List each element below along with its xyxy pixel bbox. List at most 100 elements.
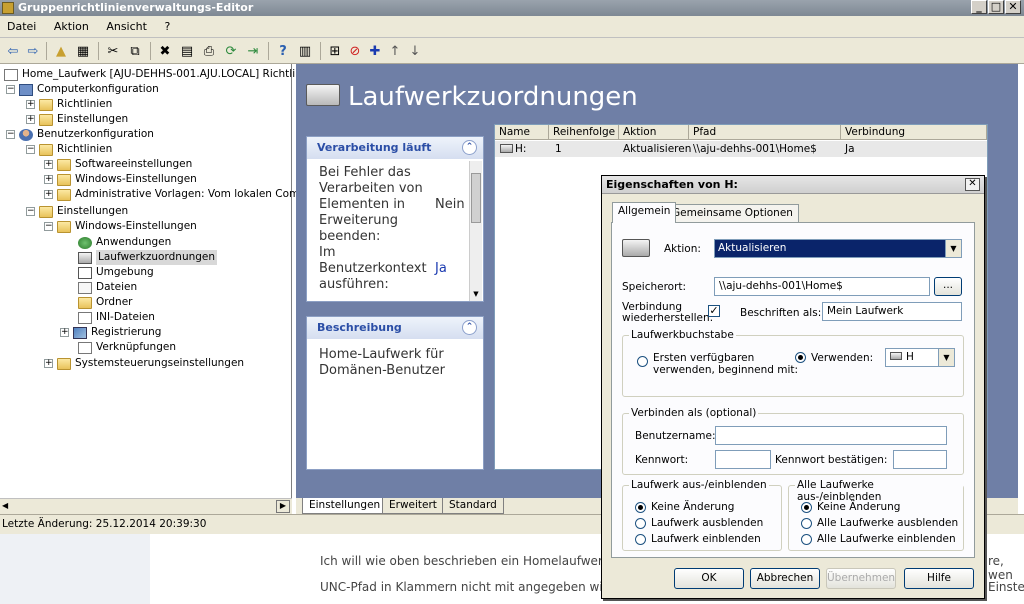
maximize-button[interactable]: □ — [988, 0, 1004, 14]
collapse-chevron-icon[interactable]: ⌃ — [462, 320, 477, 335]
add-icon[interactable]: ✚ — [366, 42, 384, 60]
tree-computer[interactable]: − Computerkonfiguration — [6, 82, 159, 97]
move-up-icon[interactable]: ↑ — [386, 42, 404, 60]
password-input[interactable] — [715, 450, 771, 469]
close-button[interactable]: ✕ — [1005, 0, 1021, 14]
tree-user[interactable]: − Benutzerkonfiguration — [6, 127, 154, 142]
expand-icon[interactable]: + — [44, 175, 53, 184]
tree-applications[interactable]: Anwendungen — [78, 235, 171, 250]
show-tree-icon[interactable]: ▦ — [74, 42, 92, 60]
tab-standard[interactable]: Standard — [442, 498, 504, 514]
tree-ini-files[interactable]: INI-Dateien — [78, 310, 155, 325]
print-icon[interactable]: ⎙ — [200, 42, 218, 60]
first-available-radio[interactable] — [637, 356, 648, 367]
tree-windows-settings[interactable]: + Windows-Einstellungen — [44, 172, 197, 187]
scroll-right-icon[interactable]: ▶ — [276, 500, 290, 513]
properties-icon[interactable]: ▤ — [178, 42, 196, 60]
tree-registry[interactable]: + Registrierung — [60, 325, 161, 340]
tab-erweitert[interactable]: Erweitert — [382, 498, 444, 514]
tree-prefs-windows[interactable]: − Windows-Einstellungen — [44, 219, 197, 234]
tree-folders[interactable]: Ordner — [78, 295, 133, 310]
drive-letter-select[interactable]: H ▼ — [885, 348, 955, 367]
scroll-down-icon[interactable]: ▼ — [471, 290, 481, 300]
column-order[interactable]: Reihenfolge — [549, 125, 619, 140]
collapse-icon[interactable]: − — [26, 207, 35, 216]
expand-icon[interactable]: + — [26, 115, 35, 124]
collapse-icon[interactable]: − — [6, 130, 15, 139]
scroll-left-icon[interactable]: ◀ — [2, 501, 14, 513]
tree-drive-maps[interactable]: Laufwerkzuordnungen — [78, 250, 218, 265]
menu-help[interactable]: ? — [157, 16, 177, 37]
confirm-password-input[interactable] — [893, 450, 947, 469]
column-reconnect[interactable]: Verbindung wiederherstellen — [841, 125, 987, 153]
no-change-radio[interactable] — [635, 502, 646, 513]
processing-scrollbar[interactable]: ▼ — [469, 161, 482, 301]
column-action[interactable]: Aktion — [619, 125, 689, 140]
new-item-icon[interactable]: ⊞ — [326, 42, 344, 60]
column-name[interactable]: Name — [495, 125, 549, 140]
tab-einstellungen[interactable]: Einstellungen — [302, 498, 388, 514]
tab-gemeinsame-optionen[interactable]: Gemeinsame Optionen — [666, 204, 799, 222]
tree-horizontal-scrollbar[interactable]: ◀ ▶ — [0, 498, 292, 514]
menu-aktion[interactable]: Aktion — [47, 16, 96, 37]
block-icon[interactable]: ⊘ — [346, 42, 364, 60]
expand-icon[interactable]: + — [44, 190, 53, 199]
cut-icon[interactable]: ✂ — [104, 42, 122, 60]
dialog-close-icon[interactable]: ✕ — [965, 178, 980, 191]
copy-icon[interactable]: ⧉ — [126, 42, 144, 60]
chevron-down-icon[interactable]: ▼ — [938, 349, 954, 366]
tree-software[interactable]: + Softwareeinstellungen — [44, 157, 192, 172]
collapse-icon[interactable]: − — [26, 145, 35, 154]
collapse-chevron-icon[interactable]: ⌃ — [462, 140, 477, 155]
expand-icon[interactable]: + — [44, 160, 53, 169]
tree-computer-prefs[interactable]: + Einstellungen — [26, 112, 128, 127]
tree-control-panel[interactable]: + Systemsteuerungseinstellungen — [44, 356, 244, 371]
forward-icon[interactable]: ⇨ — [24, 42, 42, 60]
help-icon[interactable]: ? — [274, 42, 292, 60]
delete-icon[interactable]: ✖ — [156, 42, 174, 60]
move-down-icon[interactable]: ↓ — [406, 42, 424, 60]
expand-icon[interactable]: + — [44, 359, 53, 368]
tree-files[interactable]: Dateien — [78, 280, 137, 295]
hide-drive-radio[interactable] — [635, 518, 646, 529]
refresh-icon[interactable]: ⟳ — [222, 42, 240, 60]
username-input[interactable] — [715, 426, 947, 445]
tree-user-policies[interactable]: − Richtlinien — [26, 142, 112, 157]
ok-button[interactable]: OK — [674, 568, 744, 589]
expand-icon[interactable]: + — [26, 100, 35, 109]
apply-button[interactable]: Übernehmen — [826, 568, 896, 589]
action-pane-icon[interactable]: ▥ — [296, 42, 314, 60]
show-drive-radio[interactable] — [635, 534, 646, 545]
expand-icon[interactable]: + — [60, 328, 69, 337]
menu-datei[interactable]: Datei — [0, 16, 43, 37]
tab-allgemein[interactable]: Allgemein — [612, 202, 677, 223]
tree-user-prefs[interactable]: − Einstellungen — [26, 204, 128, 219]
reconnect-checkbox[interactable]: ✓ — [708, 305, 720, 317]
table-row[interactable]: H: 1 Aktualisieren \\aju-dehhs-001\Home$… — [495, 141, 987, 157]
hide-all-radio[interactable] — [801, 518, 812, 529]
show-all-radio[interactable] — [801, 534, 812, 545]
use-letter-radio[interactable] — [795, 352, 806, 363]
label-as-input[interactable]: Mein Laufwerk — [822, 302, 962, 321]
tree-shortcuts[interactable]: Verknüpfungen — [78, 340, 176, 355]
minimize-button[interactable]: _ — [971, 0, 987, 14]
location-input[interactable]: \\aju-dehhs-001\Home$ — [714, 277, 930, 296]
chevron-down-icon[interactable]: ▼ — [945, 240, 961, 257]
column-path[interactable]: Pfad — [689, 125, 841, 140]
tree-computer-policies[interactable]: + Richtlinien — [26, 97, 112, 112]
menu-ansicht[interactable]: Ansicht — [99, 16, 154, 37]
cancel-button[interactable]: Abbrechen — [750, 568, 820, 589]
action-select[interactable]: Aktualisieren ▼ — [714, 239, 962, 258]
collapse-icon[interactable]: − — [44, 222, 53, 231]
tree-root[interactable]: Home_Laufwerk [AJU-DEHHS-001.AJU.LOCAL] … — [4, 67, 311, 82]
computer-icon — [19, 83, 33, 96]
help-button[interactable]: Hilfe — [904, 568, 974, 589]
back-icon[interactable]: ⇦ — [4, 42, 22, 60]
tree-admin-templates[interactable]: + Administrative Vorlagen: Vom lokalen Co… — [44, 187, 323, 202]
browse-button[interactable]: ... — [934, 277, 962, 296]
tree-environment[interactable]: Umgebung — [78, 265, 154, 280]
up-folder-icon[interactable]: ▲ — [52, 42, 70, 60]
collapse-icon[interactable]: − — [6, 85, 15, 94]
no-change-all-radio[interactable] — [801, 502, 812, 513]
export-icon[interactable]: ⇥ — [244, 42, 262, 60]
